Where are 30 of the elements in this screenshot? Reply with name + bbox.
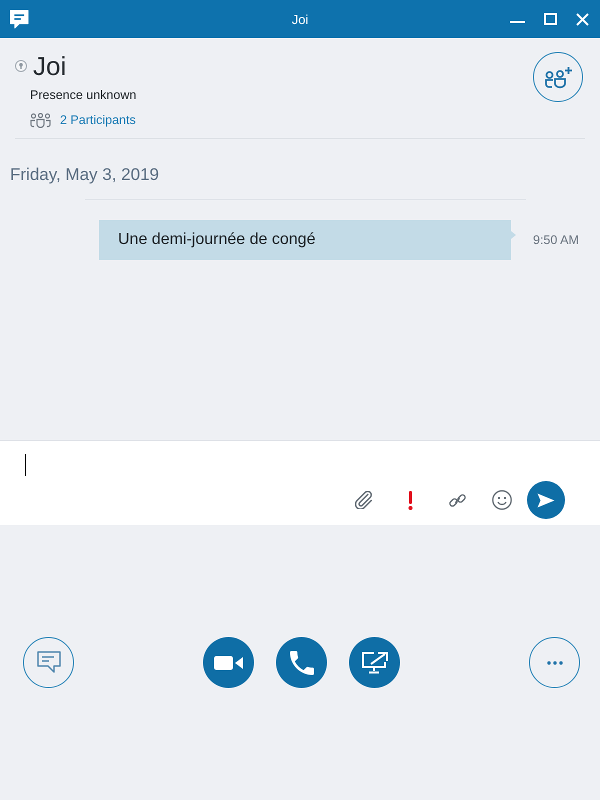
monitor-arrow-icon — [360, 651, 388, 674]
date-heading: Friday, May 3, 2019 — [10, 165, 159, 185]
conversation-button[interactable] — [23, 637, 74, 688]
people-icon — [30, 112, 51, 128]
presence-text: Presence unknown — [30, 87, 136, 103]
phone-icon — [290, 650, 314, 674]
message-time: 9:50 AM — [533, 232, 579, 248]
contact-name: Joi — [33, 51, 66, 81]
window-title: Joi — [292, 12, 308, 26]
presence-status-icon — [15, 60, 27, 72]
more-options-button[interactable] — [529, 637, 580, 688]
video-camera-icon — [214, 656, 243, 670]
chat-app-icon — [10, 10, 29, 28]
text-cursor-icon — [25, 454, 26, 476]
send-icon — [537, 492, 555, 508]
phone-call-button[interactable] — [276, 637, 327, 688]
message-bubble: Une demi-journée de congé — [99, 220, 516, 260]
add-people-button[interactable] — [533, 52, 583, 102]
add-people-icon — [544, 66, 572, 88]
maximize-icon[interactable] — [544, 13, 557, 25]
more-icon — [546, 660, 562, 664]
send-button[interactable] — [527, 481, 565, 519]
smiley-icon[interactable] — [492, 490, 512, 510]
exclamation-icon[interactable] — [408, 490, 413, 510]
share-screen-button[interactable] — [349, 637, 400, 688]
video-call-button[interactable] — [203, 637, 254, 688]
chat-icon — [36, 651, 60, 674]
participants-link[interactable]: 2 Participants — [30, 112, 136, 128]
close-icon[interactable] — [576, 12, 589, 26]
paperclip-icon[interactable] — [355, 491, 373, 509]
